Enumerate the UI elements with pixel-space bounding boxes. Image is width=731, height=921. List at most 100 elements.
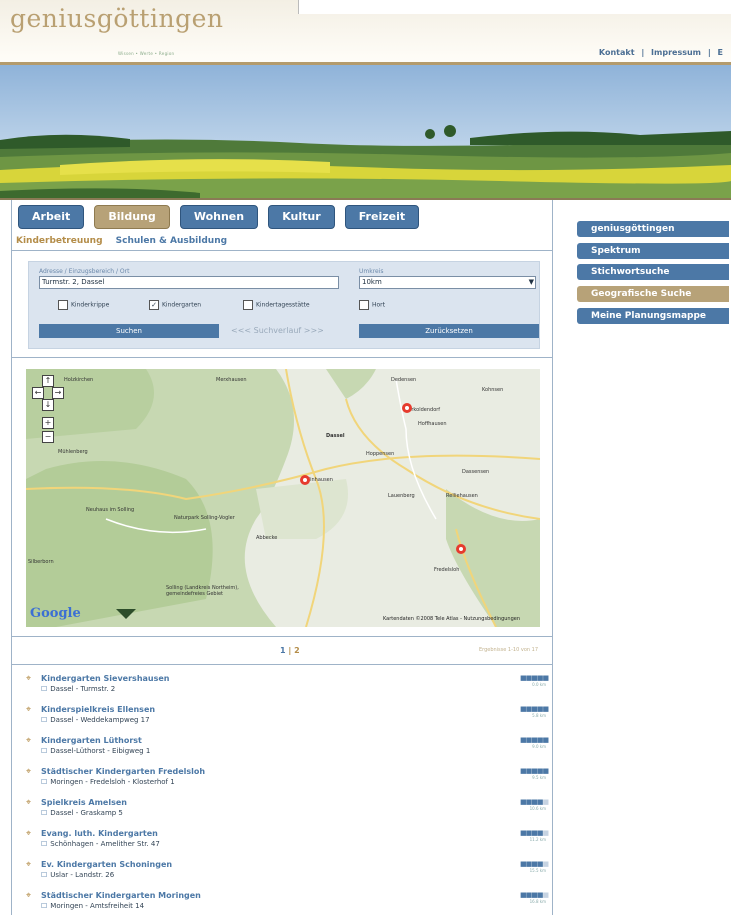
tab-arbeit[interactable]: Arbeit (18, 205, 85, 229)
sidebar-item[interactable]: Geografische Suche (577, 286, 729, 302)
sub-tabs: Kinderbetreuung Schulen & Ausbildung (16, 236, 237, 246)
map-marker-icon: ⌖ (26, 705, 32, 715)
imprint-link[interactable]: Impressum (651, 48, 701, 57)
checkbox-label: Hort (372, 301, 386, 309)
result-distance: 15.5 km (529, 868, 546, 873)
radius-label: Umkreis (359, 268, 384, 275)
reset-button[interactable]: Zurücksetzen (359, 324, 539, 338)
map-label: Solling (Landkreis Northeim), gemeindefr… (166, 585, 239, 597)
map-label: Lauenberg (388, 493, 415, 499)
result-title[interactable]: Kinderspielkreis Ellensen (41, 705, 155, 714)
subtab-kinderbetreuung[interactable]: Kinderbetreuung (16, 236, 103, 246)
radius-select[interactable]: 10km ▼ (359, 276, 536, 289)
checkbox-label: Kindergarten (162, 301, 202, 309)
sidebar-item[interactable]: Stichwortsuche (577, 264, 729, 280)
result-item[interactable]: ⌖ Evang. luth. Kindergarten ☐ Schönhagen - … (26, 829, 549, 859)
location-icon: ☐ (41, 871, 48, 879)
contact-link[interactable]: Kontakt (599, 48, 635, 57)
tab-freizeit[interactable]: Freizeit (344, 205, 420, 229)
address-input[interactable]: Turmstr. 2, Dassel (39, 276, 339, 289)
divider (12, 664, 552, 665)
result-title[interactable]: Kindergarten Lüthorst (41, 736, 142, 745)
result-rating: ■■■■■ 11.2 km (520, 829, 549, 843)
rating-bars: ■■■■■ (520, 674, 549, 682)
result-title[interactable]: Kindergarten Sievershausen (41, 674, 169, 683)
map-label: Holzkirchen (64, 377, 94, 383)
sidebar-item[interactable]: geniusgöttingen (577, 221, 729, 237)
site-logo[interactable]: geniusgöttingen (10, 4, 223, 33)
search-button[interactable]: Suchen (39, 324, 219, 338)
map-label: Dassel (326, 433, 345, 439)
rating-bars: ■■■■■ (520, 705, 549, 713)
page-2-link[interactable]: 2 (294, 646, 300, 655)
zoom-in-icon[interactable]: + (42, 417, 54, 429)
result-title[interactable]: Spielkreis Amelsen (41, 798, 127, 807)
result-item[interactable]: ⌖ Städtischer Kindergarten Moringen ☐ Morin… (26, 891, 549, 921)
map-marker-pin[interactable] (456, 544, 466, 554)
map-label: Hoffhausen (418, 421, 447, 427)
pan-right-icon[interactable]: → (52, 387, 64, 399)
rating-bars: ■■■■■ (520, 798, 549, 806)
pan-down-icon[interactable]: ↓ (42, 399, 54, 411)
result-address: ☐ Dassel - Turmstr. 2 (41, 685, 115, 693)
pan-up-icon[interactable]: ↑ (42, 375, 54, 387)
result-title[interactable]: Städtischer Kindergarten Moringen (41, 891, 201, 900)
result-item[interactable]: ⌖ Kinderspielkreis Ellensen ☐ Dassel - Wedd… (26, 705, 549, 735)
result-address-text: Moringen - Amtsfreiheit 14 (50, 902, 145, 910)
checkbox-kindertagesstaette[interactable]: Kindertagesstätte (243, 300, 310, 310)
checkbox-box[interactable] (58, 300, 68, 310)
result-item[interactable]: ⌖ Ev. Kindergarten Schoningen ☐ Uslar - Lan… (26, 860, 549, 890)
result-rating: ■■■■■ 5.8 km (520, 705, 549, 719)
result-item[interactable]: ⌖ Kindergarten Sievershausen ☐ Dassel - Tur… (26, 674, 549, 704)
result-address-text: Dassel-Lüthorst - Eibigweg 1 (50, 747, 151, 755)
map-marker-pin[interactable] (300, 475, 310, 485)
divider (12, 357, 552, 358)
rating-bars: ■■■■■ (520, 860, 549, 868)
rating-bars: ■■■■■ (520, 829, 549, 837)
result-address-text: Dassel - Weddekampweg 17 (50, 716, 150, 724)
category-tabs: Arbeit Bildung Wohnen Kultur Freizeit (18, 205, 424, 229)
result-title[interactable]: Städtischer Kindergarten Fredelsloh (41, 767, 205, 776)
pan-left-icon[interactable]: ← (32, 387, 44, 399)
map-marker-pin[interactable] (402, 403, 412, 413)
result-address: ☐ Dassel - Weddekampweg 17 (41, 716, 150, 724)
map-view[interactable]: ↑ ← → ↓ + − Holzkirchen Merxhausen Deden… (26, 369, 540, 627)
rating-bars: ■■■■■ (520, 767, 549, 775)
map-label: Silberborn (28, 559, 54, 565)
result-title[interactable]: Evang. luth. Kindergarten (41, 829, 158, 838)
search-history-pager[interactable]: <<< Suchverlauf >>> (231, 326, 324, 335)
map-label: Mühlenberg (58, 449, 88, 455)
divider (12, 636, 552, 637)
map-copyright[interactable]: Kartendaten ©2008 Tele Atlas - Nutzungsb… (383, 616, 520, 622)
result-address-text: Schönhagen - Amelither Str. 47 (50, 840, 160, 848)
map-label: Neuhaus im Solling (86, 507, 135, 513)
result-item[interactable]: ⌖ Städtischer Kindergarten Fredelsloh ☐ Mor… (26, 767, 549, 797)
sidebar-item[interactable]: Meine Planungsmappe (577, 308, 729, 324)
page-1-link[interactable]: 1 (280, 646, 286, 655)
result-rating: ■■■■■ 9.5 km (520, 767, 549, 781)
more-link[interactable]: E (718, 48, 723, 57)
checkbox-box[interactable] (243, 300, 253, 310)
result-item[interactable]: ⌖ Spielkreis Amelsen ☐ Dassel - Graskamp 5 ■… (26, 798, 549, 828)
subtab-schulen[interactable]: Schulen & Ausbildung (116, 236, 227, 246)
checkbox-label: Kinderkrippe (71, 301, 110, 309)
checkbox-kindergarten[interactable]: ✓ Kindergarten (149, 300, 201, 310)
checkbox-label: Kindertagesstätte (256, 301, 310, 309)
result-title[interactable]: Ev. Kindergarten Schoningen (41, 860, 172, 869)
checkbox-box-checked[interactable]: ✓ (149, 300, 159, 310)
checkbox-hort[interactable]: Hort (359, 300, 385, 310)
chevron-down-icon: ▼ (528, 278, 534, 286)
tab-wohnen[interactable]: Wohnen (179, 205, 259, 229)
checkbox-kinderkrippe[interactable]: Kinderkrippe (58, 300, 109, 310)
checkbox-box[interactable] (359, 300, 369, 310)
result-item[interactable]: ⌖ Kindergarten Lüthorst ☐ Dassel-Lüthorst -… (26, 736, 549, 766)
site-tagline: Wissen • Werte • Region (118, 51, 175, 56)
result-address: ☐ Schönhagen - Amelither Str. 47 (41, 840, 160, 848)
zoom-out-icon[interactable]: − (42, 431, 54, 443)
sidebar-item[interactable]: Spektrum (577, 243, 729, 259)
tab-bildung[interactable]: Bildung (94, 205, 170, 229)
tab-kultur[interactable]: Kultur (268, 205, 335, 229)
map-marker-icon: ⌖ (26, 736, 32, 746)
result-address-text: Dassel - Graskamp 5 (50, 809, 123, 817)
map-label: Hoppensen (366, 451, 395, 457)
